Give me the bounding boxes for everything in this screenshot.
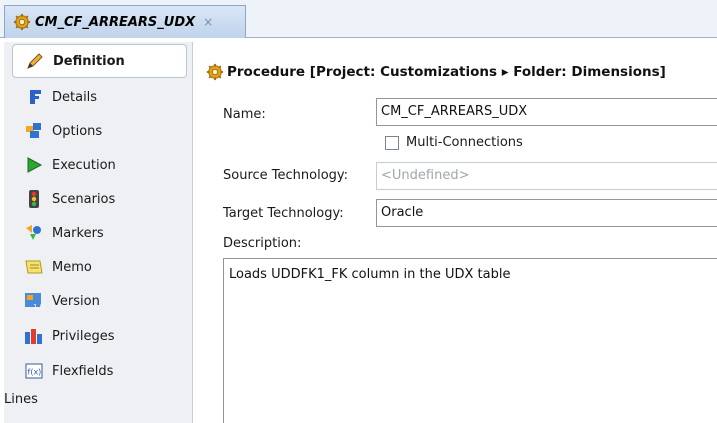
- sidebar: Definition Details Options Execution Sce…: [4, 42, 193, 423]
- sidebar-item-version[interactable]: 1.0 Version: [4, 284, 193, 318]
- editor-tabstrip: CM_CF_ARREARS_UDX ×: [0, 0, 717, 38]
- sidebar-item-details[interactable]: Details: [4, 80, 193, 114]
- sidebar-item-memo[interactable]: Memo: [4, 250, 193, 284]
- play-icon: [22, 155, 46, 175]
- sidebar-item-definition[interactable]: Definition: [12, 44, 187, 78]
- close-icon[interactable]: ×: [203, 15, 213, 29]
- sidebar-item-label: Markers: [52, 225, 104, 241]
- sidebar-item-scenarios[interactable]: Scenarios: [4, 182, 193, 216]
- flexfields-icon: f(x): [22, 361, 46, 381]
- page-title: Procedure [Project: Customizations ▸ Fol…: [227, 64, 666, 80]
- sidebar-item-flexfields[interactable]: f(x) Flexfields: [4, 354, 193, 388]
- sidebar-item-label: Flexfields: [52, 363, 114, 379]
- memo-icon: [22, 257, 46, 277]
- sidebar-item-label: Execution: [52, 157, 116, 173]
- sidebar-item-label: Definition: [53, 53, 125, 69]
- multi-connections-row[interactable]: Multi-Connections: [385, 135, 523, 150]
- version-icon: 1.0: [22, 291, 46, 311]
- svg-text:1.0: 1.0: [33, 303, 44, 311]
- scenarios-icon: [22, 189, 46, 209]
- gear-icon: [13, 13, 31, 31]
- source-technology-label: Source Technology:: [223, 168, 349, 183]
- sidebar-item-label: Privileges: [52, 328, 115, 344]
- svg-text:f(x): f(x): [28, 368, 42, 377]
- target-technology-field[interactable]: Oracle: [376, 199, 717, 227]
- sidebar-item-privileges[interactable]: Privileges: [4, 319, 193, 353]
- sidebar-item-label: Version: [52, 293, 100, 309]
- tab-title: CM_CF_ARREARS_UDX: [35, 14, 196, 30]
- name-field[interactable]: CM_CF_ARREARS_UDX: [376, 98, 717, 126]
- privileges-icon: [22, 326, 46, 346]
- details-icon: [22, 87, 46, 107]
- lines-label: Lines: [4, 392, 38, 407]
- sidebar-item-execution[interactable]: Execution: [4, 148, 193, 182]
- sidebar-item-label: Scenarios: [52, 191, 116, 207]
- gear-icon: [206, 63, 224, 81]
- multi-connections-checkbox[interactable]: [385, 135, 399, 150]
- description-textarea[interactable]: Loads UDDFK1_FK column in the UDX table: [223, 258, 717, 423]
- sidebar-item-markers[interactable]: Markers: [4, 216, 193, 250]
- sidebar-item-options[interactable]: Options: [4, 114, 193, 148]
- sidebar-item-label: Details: [52, 89, 98, 105]
- multi-connections-label: Multi-Connections: [406, 135, 523, 150]
- description-label: Description:: [223, 236, 302, 251]
- options-icon: [22, 121, 46, 141]
- markers-icon: [22, 223, 46, 243]
- procedure-header: Procedure [Project: Customizations ▸ Fol…: [206, 62, 666, 82]
- tab-procedure[interactable]: CM_CF_ARREARS_UDX ×: [4, 5, 246, 38]
- sidebar-item-label: Memo: [52, 259, 92, 275]
- sidebar-item-label: Options: [52, 123, 103, 139]
- source-technology-field: <Undefined>: [376, 162, 717, 190]
- target-technology-label: Target Technology:: [223, 206, 344, 221]
- pencil-icon: [23, 51, 47, 71]
- name-label: Name:: [223, 107, 266, 122]
